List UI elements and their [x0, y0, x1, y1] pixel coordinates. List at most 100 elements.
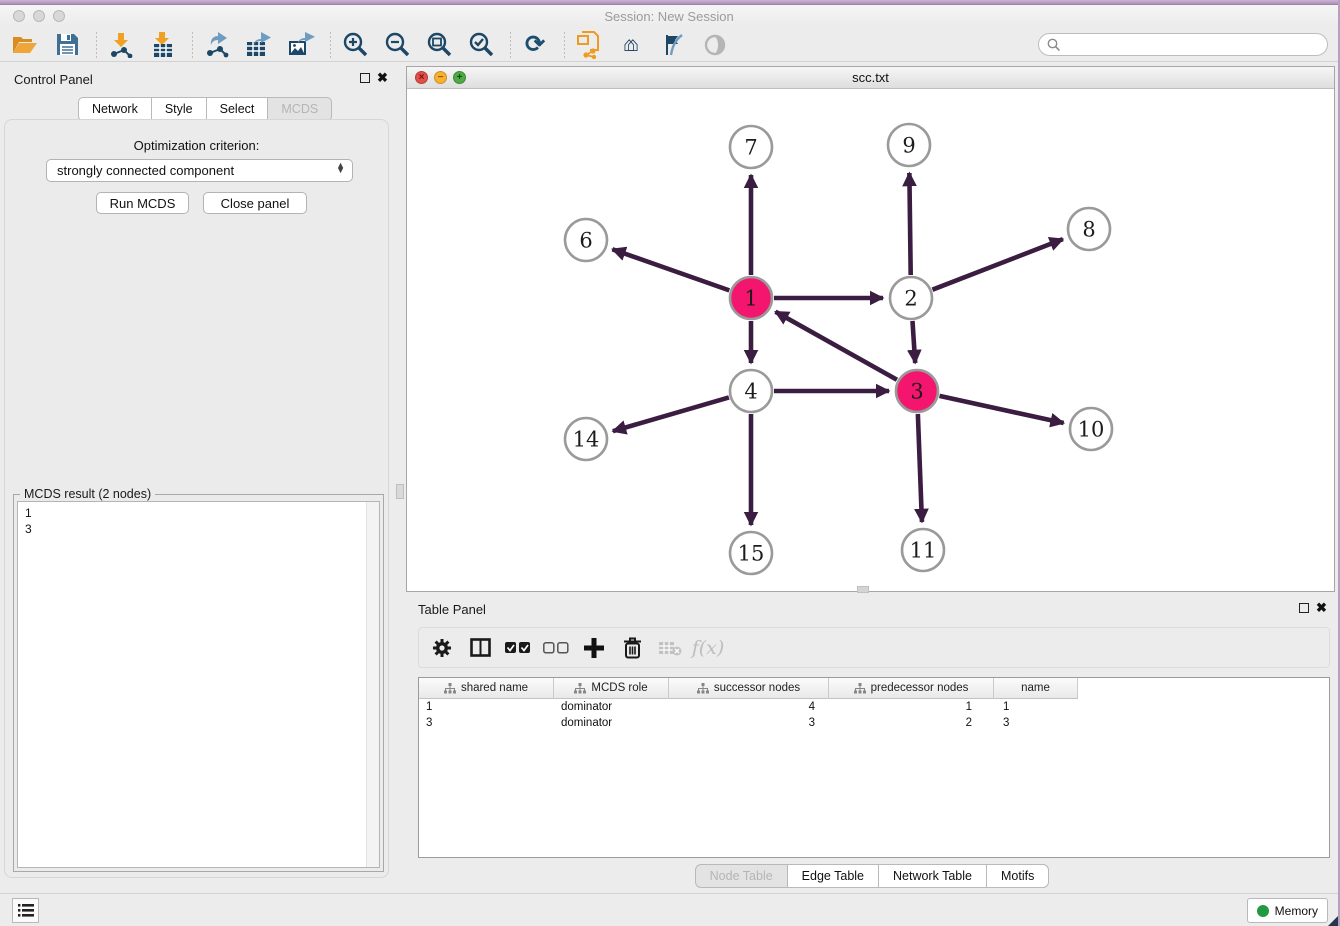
tab-node-table[interactable]: Node Table — [695, 864, 788, 888]
result-scrollbar[interactable] — [366, 502, 379, 867]
graph-edge-3-11[interactable] — [918, 414, 922, 522]
cell-predecessor-nodes[interactable]: 2 — [829, 717, 994, 729]
tab-style[interactable]: Style — [152, 97, 207, 121]
table-tabs: Node Table Edge Table Network Table Moti… — [0, 864, 1338, 888]
window-title: Session: New Session — [0, 9, 1338, 24]
vertical-splitter-handle[interactable] — [396, 484, 404, 499]
hide-panel-icon[interactable] — [658, 31, 688, 59]
cell-name[interactable]: 3 — [994, 717, 1078, 729]
export-table-icon[interactable] — [244, 31, 274, 59]
run-mcds-button[interactable]: Run MCDS — [96, 192, 189, 214]
cell-predecessor-nodes[interactable]: 1 — [829, 701, 994, 713]
import-network-icon[interactable] — [106, 31, 136, 59]
graph-node-label: 10 — [1078, 417, 1105, 441]
network-window-titlebar[interactable]: × − + scc.txt — [407, 67, 1334, 89]
tab-network-table[interactable]: Network Table — [879, 864, 987, 888]
titlebar: Session: New Session — [0, 5, 1338, 28]
criterion-value: strongly connected component — [57, 163, 234, 178]
float-table-panel-icon[interactable] — [1299, 603, 1309, 613]
delete-column-icon[interactable] — [619, 635, 645, 661]
graph-node-label: 11 — [910, 538, 937, 562]
cell-mcds-role[interactable]: dominator — [554, 701, 669, 713]
add-column-icon[interactable] — [581, 635, 607, 661]
toolbar-separator — [510, 32, 511, 58]
horizontal-splitter-handle[interactable] — [857, 586, 869, 593]
cell-shared-name[interactable]: 1 — [419, 701, 554, 713]
task-list-icon — [18, 904, 34, 917]
graph-edge-2-3[interactable] — [912, 321, 915, 363]
cell-name[interactable]: 1 — [994, 701, 1078, 713]
column-header-predecessor-nodes[interactable]: predecessor nodes — [829, 678, 994, 699]
close-panel-button[interactable]: Close panel — [203, 192, 307, 214]
import-table-icon[interactable] — [148, 31, 178, 59]
tab-mcds[interactable]: MCDS — [268, 97, 332, 121]
graph-edge-3-10[interactable] — [939, 396, 1063, 423]
graph-node-label: 4 — [744, 379, 757, 403]
close-panel-icon[interactable]: ✖ — [377, 70, 388, 86]
home-view-icon[interactable]: ⌂⌂ — [616, 31, 646, 59]
save-session-icon[interactable] — [52, 31, 82, 59]
table-row[interactable]: 1 dominator 4 1 1 — [419, 699, 1329, 715]
control-panel-title: Control Panel — [14, 72, 93, 87]
tab-edge-table[interactable]: Edge Table — [788, 864, 879, 888]
table-header-row: shared name MCDS role successor nodes pr… — [419, 678, 1329, 699]
unselect-all-icon[interactable] — [543, 635, 569, 661]
graph-edge-2-8[interactable] — [932, 239, 1062, 290]
cell-mcds-role[interactable]: dominator — [554, 717, 669, 729]
node-table[interactable]: shared name MCDS role successor nodes pr… — [418, 677, 1330, 858]
export-image-icon[interactable] — [286, 31, 316, 59]
select-all-icon[interactable] — [505, 635, 531, 661]
hierarchy-icon — [854, 683, 866, 694]
graph-node-label: 2 — [904, 286, 917, 310]
cell-shared-name[interactable]: 3 — [419, 717, 554, 729]
birds-eye-icon[interactable] — [700, 31, 730, 59]
column-header-shared-name[interactable]: shared name — [419, 678, 554, 699]
cell-successor-nodes[interactable]: 4 — [669, 701, 829, 713]
float-panel-icon[interactable] — [360, 73, 370, 83]
cell-successor-nodes[interactable]: 3 — [669, 717, 829, 729]
zoom-selected-icon[interactable] — [466, 31, 496, 59]
close-table-panel-icon[interactable]: ✖ — [1316, 600, 1327, 616]
toolbar-separator — [330, 32, 331, 58]
task-history-button[interactable] — [12, 898, 39, 923]
optimization-criterion-label: Optimization criterion: — [5, 138, 388, 153]
memory-status-icon — [1257, 905, 1269, 917]
zoom-fit-icon[interactable] — [424, 31, 454, 59]
table-row[interactable]: 3 dominator 3 2 3 — [419, 715, 1329, 731]
hierarchy-icon — [697, 683, 709, 694]
search-input[interactable] — [1061, 38, 1327, 52]
column-header-name[interactable]: name — [994, 678, 1078, 699]
graph-node-label: 1 — [744, 286, 757, 310]
refresh-layout-icon[interactable]: ⟳ — [520, 31, 550, 59]
tab-select[interactable]: Select — [207, 97, 269, 121]
search-field[interactable] — [1038, 33, 1328, 56]
graph-edge-3-1[interactable] — [775, 312, 897, 380]
export-network-icon[interactable] — [202, 31, 232, 59]
column-header-mcds-role[interactable]: MCDS role — [554, 678, 669, 699]
tab-motifs[interactable]: Motifs — [987, 864, 1049, 888]
search-icon — [1047, 38, 1061, 52]
graph-edge-1-6[interactable] — [612, 249, 729, 290]
network-canvas[interactable]: 1234678910111415 — [407, 89, 1334, 591]
memory-label: Memory — [1275, 904, 1318, 918]
memory-button[interactable]: Memory — [1247, 898, 1328, 923]
graph-edge-4-14[interactable] — [613, 397, 729, 431]
control-panel-tabs: Network Style Select MCDS — [78, 97, 332, 121]
column-header-successor-nodes[interactable]: successor nodes — [669, 678, 829, 699]
graph-node-label: 6 — [579, 228, 592, 252]
mcds-result-area[interactable]: 1 3 — [17, 501, 380, 868]
zoom-in-icon[interactable] — [340, 31, 370, 59]
mcds-result-title: MCDS result (2 nodes) — [20, 487, 155, 501]
zoom-out-icon[interactable] — [382, 31, 412, 59]
criterion-dropdown[interactable]: strongly connected component ▲▼ — [46, 159, 353, 182]
function-builder-icon: f(x) — [695, 635, 721, 661]
open-session-icon[interactable] — [10, 31, 40, 59]
network-graph[interactable]: 1234678910111415 — [407, 89, 1334, 591]
show-columns-icon[interactable] — [467, 635, 493, 661]
tab-network[interactable]: Network — [78, 97, 152, 121]
main-toolbar: ⟳ ⌂⌂ — [0, 28, 1338, 62]
graph-edge-2-9[interactable] — [909, 173, 910, 275]
clone-network-icon[interactable] — [574, 31, 604, 59]
table-settings-icon[interactable] — [429, 635, 455, 661]
network-window: × − + scc.txt 1234678910111415 — [406, 66, 1335, 592]
